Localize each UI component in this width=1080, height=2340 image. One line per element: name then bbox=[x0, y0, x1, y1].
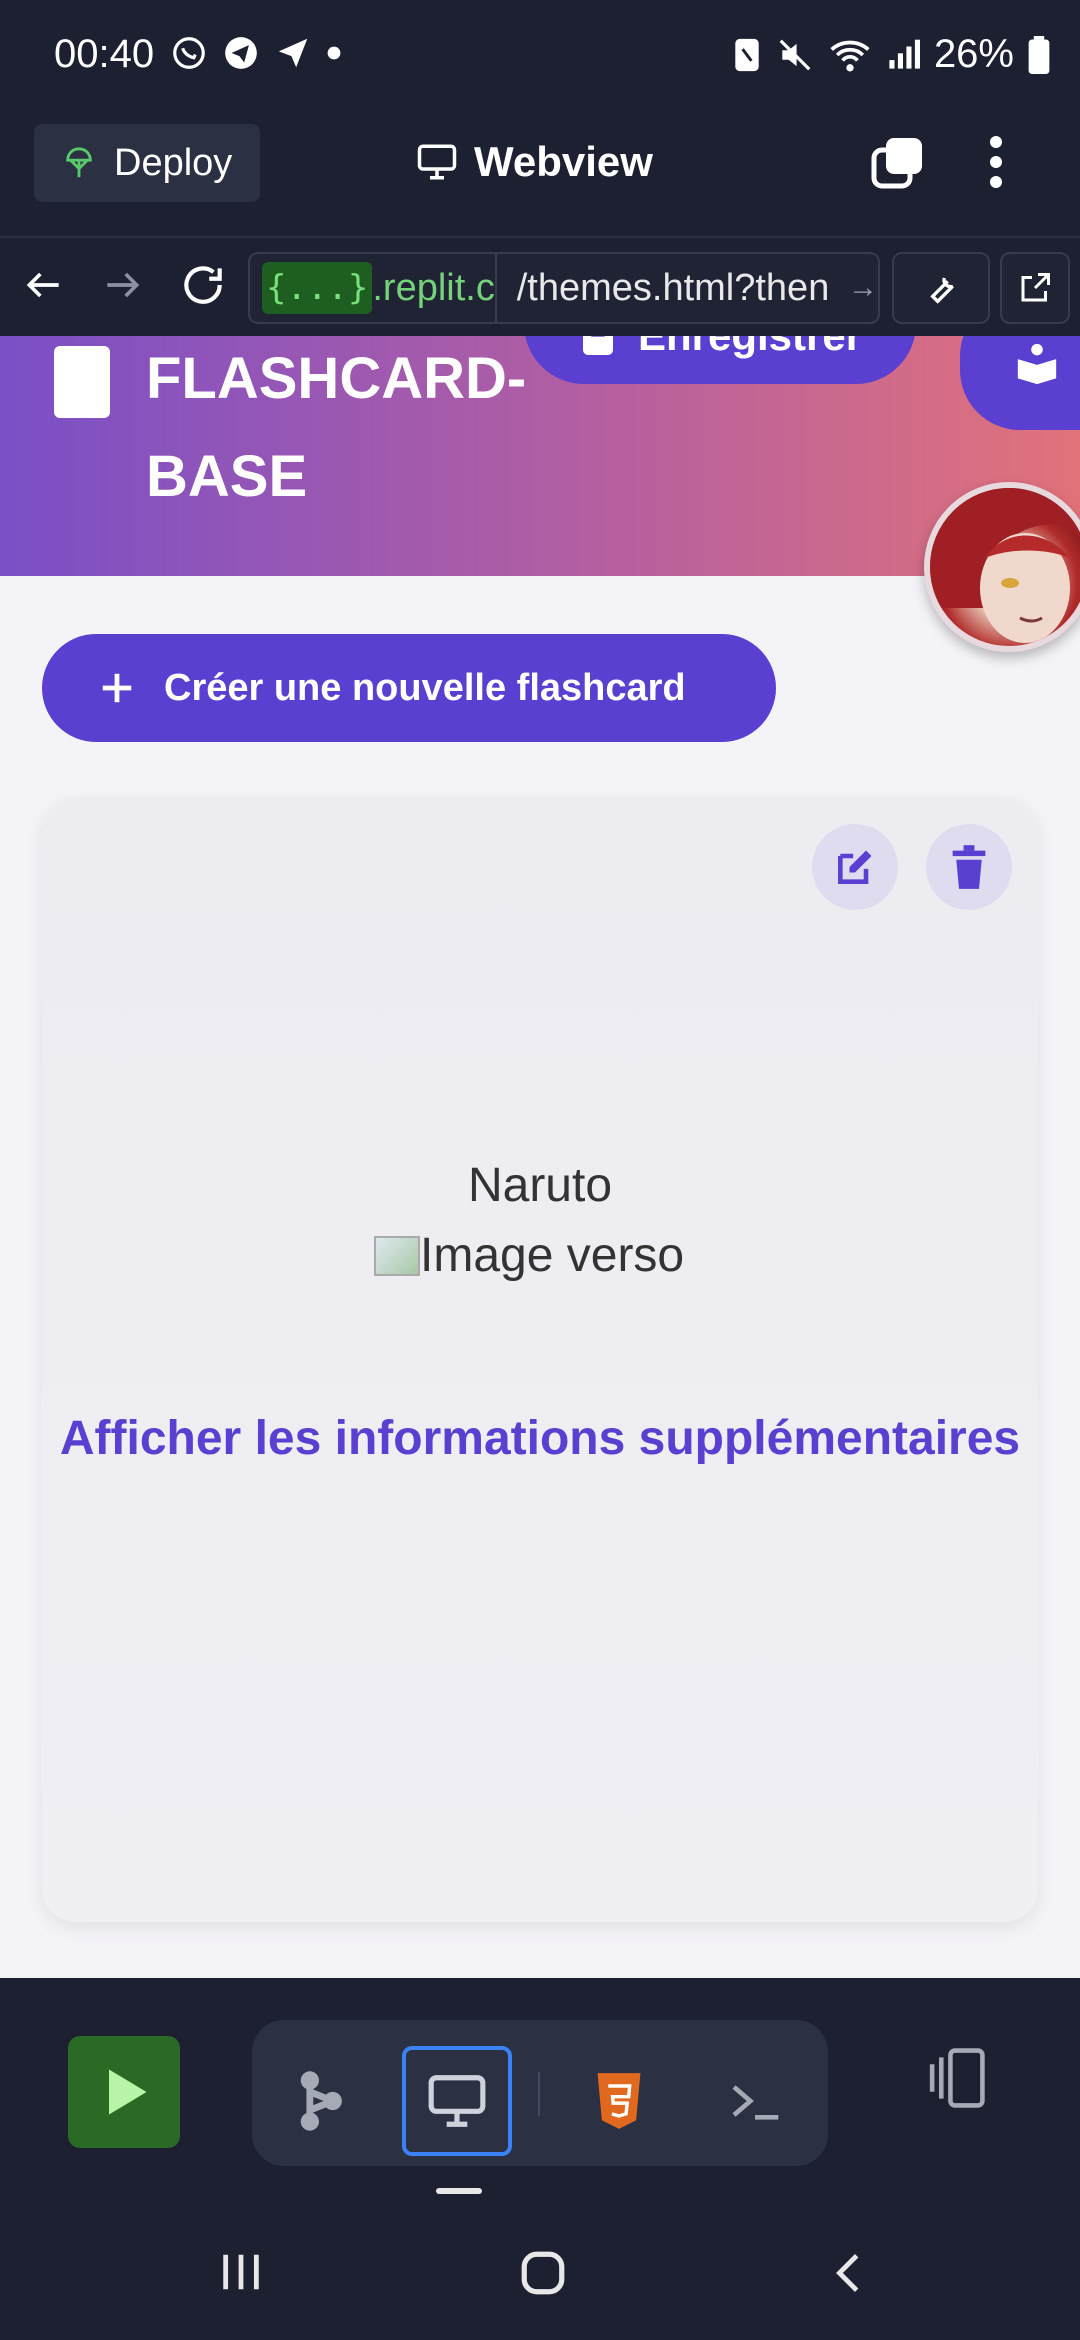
system-icons: 26% bbox=[732, 32, 1050, 77]
html5-icon bbox=[597, 2073, 641, 2129]
play-icon bbox=[109, 2069, 147, 2115]
back-arrow-icon[interactable] bbox=[22, 260, 66, 315]
tabs-icon[interactable] bbox=[868, 132, 928, 197]
header-banner: 🃏 FLASHCARD-BASE Enregistrer bbox=[0, 336, 1080, 576]
terminal-icon bbox=[732, 2085, 779, 2120]
replit-toolbar bbox=[0, 1978, 1080, 2198]
themes-button[interactable] bbox=[960, 336, 1080, 430]
monitor-icon bbox=[428, 2075, 486, 2127]
whatsapp-icon bbox=[173, 37, 205, 69]
reload-icon[interactable] bbox=[178, 260, 228, 315]
image-alt-text: Image verso bbox=[420, 1229, 685, 1282]
battery-icon bbox=[1028, 35, 1050, 74]
notification-icons bbox=[170, 34, 342, 72]
deploy-icon bbox=[66, 147, 92, 178]
telegram-icon bbox=[225, 37, 257, 69]
flashcard[interactable]: Naruto Image verso Afficher les informat… bbox=[42, 798, 1038, 1922]
site-title: FLASHCARD-BASE bbox=[146, 346, 527, 509]
save-button-label: Enregistrer bbox=[638, 336, 862, 360]
show-more-info-link[interactable]: Afficher les informations supplémentaire… bbox=[42, 1398, 1038, 1480]
deploy-button[interactable]: Deploy bbox=[34, 124, 260, 202]
app-bar: Deploy Webview bbox=[0, 118, 1080, 236]
tool-divider bbox=[538, 2072, 540, 2116]
edit-icon bbox=[838, 850, 872, 884]
layout-toggle-icon[interactable] bbox=[920, 2046, 990, 2115]
run-button[interactable] bbox=[68, 2036, 180, 2148]
url-path: /themes.html?then bbox=[516, 266, 830, 309]
joker-card-icon: 🃏 bbox=[54, 346, 110, 418]
monitor-icon bbox=[417, 144, 457, 180]
url-host-tag: {...} bbox=[262, 262, 373, 314]
signal-icon bbox=[889, 39, 920, 69]
edit-button[interactable] bbox=[812, 824, 898, 910]
url-field[interactable]: {...} .replit.c /themes.html?then → bbox=[248, 252, 880, 324]
battery-percent: 26% bbox=[933, 32, 1014, 76]
open-external-button[interactable] bbox=[1000, 252, 1070, 324]
status-time: 00:40 bbox=[54, 32, 155, 76]
book-reader-icon bbox=[1017, 343, 1057, 385]
broken-image-icon bbox=[374, 1235, 420, 1276]
drag-handle[interactable] bbox=[436, 2188, 482, 2194]
home-icon[interactable] bbox=[518, 2248, 568, 2303]
create-flashcard-label: Créer une nouvelle flashcard bbox=[164, 666, 686, 709]
tool-group bbox=[252, 2020, 828, 2166]
deploy-label: Deploy bbox=[114, 141, 233, 184]
status-bar: 00:40 26% bbox=[0, 0, 1080, 118]
webview-content: 🃏 FLASHCARD-BASE Enregistrer Créer une n… bbox=[0, 336, 1080, 1978]
devtools-button[interactable] bbox=[892, 252, 990, 324]
dot-icon bbox=[327, 46, 341, 60]
save-button[interactable]: Enregistrer bbox=[524, 336, 916, 384]
webview-title-label: Webview bbox=[474, 138, 653, 185]
url-host: .replit.c bbox=[372, 266, 495, 309]
user-avatar[interactable] bbox=[924, 482, 1080, 652]
system-back-icon[interactable] bbox=[826, 2248, 872, 2303]
tool-git[interactable] bbox=[264, 2046, 374, 2156]
recent-apps-icon[interactable] bbox=[218, 2250, 264, 2299]
delete-button[interactable] bbox=[926, 824, 1012, 910]
more-options-icon[interactable] bbox=[984, 132, 1008, 197]
trash-icon bbox=[952, 845, 986, 889]
webview-title[interactable]: Webview bbox=[416, 138, 653, 186]
flashcard-front-text: Naruto bbox=[467, 1159, 613, 1212]
tool-shell[interactable] bbox=[700, 2046, 810, 2156]
url-bar: {...} .replit.c /themes.html?then → bbox=[0, 236, 1080, 336]
flashcard-back-image: Image verso bbox=[374, 1228, 684, 1283]
git-graph-icon bbox=[300, 2071, 342, 2131]
external-link-icon bbox=[1021, 273, 1050, 302]
mute-icon bbox=[779, 39, 811, 70]
tool-webview[interactable] bbox=[402, 2046, 512, 2156]
send-icon bbox=[278, 38, 308, 68]
wrench-icon bbox=[930, 277, 954, 304]
save-icon bbox=[582, 336, 613, 355]
plus-icon bbox=[102, 673, 132, 703]
url-go-arrow-icon[interactable]: → bbox=[848, 271, 878, 305]
create-flashcard-button[interactable]: Créer une nouvelle flashcard bbox=[42, 634, 776, 742]
forward-arrow-icon[interactable] bbox=[100, 260, 144, 315]
system-navigation-bar bbox=[0, 2200, 1080, 2340]
nfc-icon bbox=[735, 38, 759, 71]
tool-html[interactable] bbox=[564, 2046, 674, 2156]
wifi-icon bbox=[830, 40, 870, 71]
